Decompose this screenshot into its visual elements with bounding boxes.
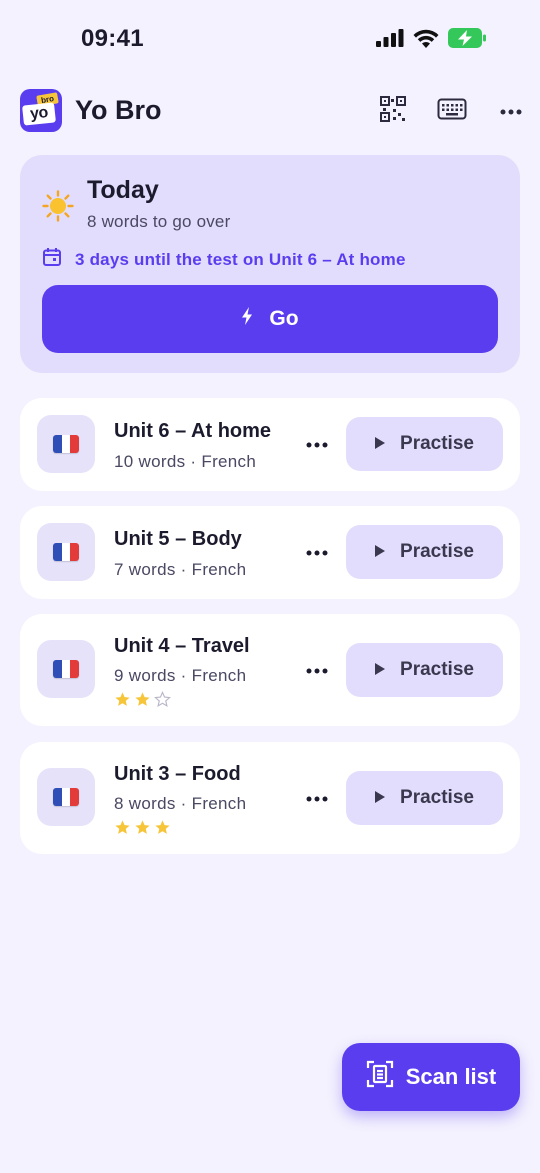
- more-icon: [306, 543, 328, 561]
- app-title: Yo Bro: [75, 95, 162, 125]
- unit-more-button[interactable]: [304, 542, 330, 562]
- star-filled-icon: [134, 819, 151, 841]
- wifi-icon: [413, 29, 439, 53]
- more-icon: [500, 102, 522, 120]
- test-notice-text: 3 days until the test on Unit 6 – At hom…: [75, 249, 406, 269]
- sun-icon: [42, 190, 74, 227]
- unit-meta: 9 words · French: [114, 666, 247, 685]
- more-icon: [306, 435, 328, 453]
- signal-icon: [376, 29, 404, 52]
- practise-button-label: Practise: [400, 787, 474, 808]
- unit-more-button[interactable]: [304, 660, 330, 680]
- play-icon: [375, 541, 386, 563]
- status-time: 09:41: [81, 25, 144, 52]
- today-card: Today 8 words to go over 3 days until th…: [20, 155, 520, 373]
- unit-meta: 7 words · French: [114, 560, 247, 579]
- practise-button[interactable]: Practise: [346, 525, 503, 579]
- star-filled-icon: [114, 819, 131, 841]
- unit-card[interactable]: Unit 4 – Travel 9 words · French Practis…: [20, 614, 520, 726]
- more-icon: [306, 661, 328, 679]
- french-flag-icon: [53, 435, 79, 453]
- star-filled-icon: [154, 819, 171, 841]
- go-button[interactable]: Go: [42, 285, 498, 353]
- scan-document-icon: [366, 1060, 394, 1094]
- calendar-icon: [42, 247, 62, 272]
- play-icon: [375, 787, 386, 809]
- practise-button-label: Practise: [400, 659, 474, 680]
- scan-list-label: Scan list: [405, 1064, 497, 1089]
- go-button-label: Go: [269, 307, 299, 330]
- unit-rating: [114, 819, 171, 841]
- lightning-icon: [241, 307, 253, 331]
- french-flag-icon: [53, 788, 79, 806]
- unit-meta: 8 words · French: [114, 794, 247, 813]
- unit-name: Unit 5 – Body: [114, 528, 242, 550]
- flag-tile: [37, 768, 95, 826]
- unit-more-button[interactable]: [304, 788, 330, 808]
- app-screen: 09:41 bro yo Yo Bro Today 8 words to go …: [0, 0, 540, 1173]
- keyboard-button[interactable]: [436, 96, 468, 126]
- qr-code-button[interactable]: [377, 95, 409, 128]
- unit-rating: [114, 691, 171, 713]
- unit-name: Unit 3 – Food: [114, 763, 241, 785]
- unit-name: Unit 4 – Travel: [114, 635, 250, 657]
- status-bar: 09:41: [0, 0, 540, 80]
- flag-tile: [37, 523, 95, 581]
- french-flag-icon: [53, 660, 79, 678]
- practise-button-label: Practise: [400, 541, 474, 562]
- practise-button[interactable]: Practise: [346, 417, 503, 471]
- unit-meta: 10 words · French: [114, 452, 257, 471]
- app-logo: bro yo: [20, 89, 62, 132]
- more-icon: [306, 789, 328, 807]
- scan-list-button[interactable]: Scan list: [342, 1043, 520, 1111]
- practise-button[interactable]: Practise: [346, 643, 503, 697]
- app-header: bro yo Yo Bro: [0, 88, 540, 134]
- flag-tile: [37, 415, 95, 473]
- qr-code-icon: [379, 95, 407, 128]
- more-options-button[interactable]: [495, 96, 527, 126]
- keyboard-icon: [437, 98, 467, 125]
- status-icons: [376, 28, 486, 53]
- french-flag-icon: [53, 543, 79, 561]
- unit-more-button[interactable]: [304, 434, 330, 454]
- flag-tile: [37, 640, 95, 698]
- today-title: Today: [87, 176, 159, 204]
- unit-card[interactable]: Unit 5 – Body 7 words · French Practise: [20, 506, 520, 599]
- unit-card[interactable]: Unit 6 – At home 10 words · French Pract…: [20, 398, 520, 491]
- practise-button[interactable]: Practise: [346, 771, 503, 825]
- star-empty-icon: [154, 691, 171, 713]
- today-subtitle: 8 words to go over: [87, 212, 231, 231]
- unit-name: Unit 6 – At home: [114, 420, 272, 442]
- play-icon: [375, 433, 386, 455]
- battery-charging-icon: [448, 28, 486, 53]
- star-filled-icon: [134, 691, 151, 713]
- star-filled-icon: [114, 691, 131, 713]
- unit-card[interactable]: Unit 3 – Food 8 words · French Practise: [20, 742, 520, 854]
- play-icon: [375, 659, 386, 681]
- test-notice: 3 days until the test on Unit 6 – At hom…: [42, 247, 406, 272]
- practise-button-label: Practise: [400, 433, 474, 454]
